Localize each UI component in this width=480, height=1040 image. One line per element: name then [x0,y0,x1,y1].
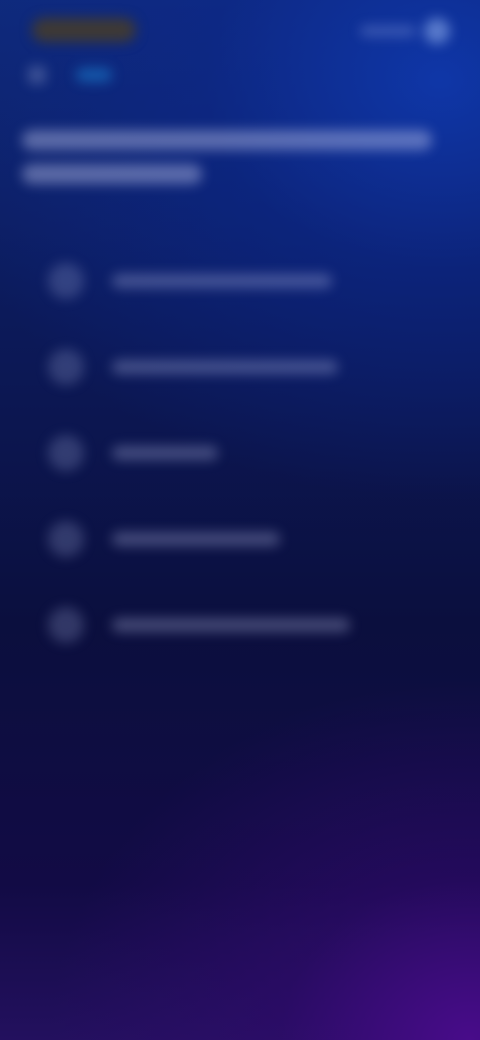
page-title [22,124,438,196]
option-icon [48,349,84,385]
option-icon [48,263,84,299]
option-item[interactable] [48,496,428,582]
subnav [28,66,112,84]
brand-logo[interactable] [32,18,136,42]
avatar[interactable] [424,18,450,44]
option-list [48,238,428,668]
option-label [112,618,350,632]
top-menu-button[interactable] [360,26,416,36]
option-label [112,446,218,460]
option-item[interactable] [48,238,428,324]
option-item[interactable] [48,324,428,410]
option-label [112,360,338,374]
top-actions [350,18,450,44]
option-label [112,274,332,288]
option-item[interactable] [48,410,428,496]
blurred-screen [0,0,480,1040]
option-icon [48,435,84,471]
option-icon [48,521,84,557]
subnav-tab[interactable] [76,68,112,82]
back-arrow-icon[interactable] [28,66,46,84]
title-line-placeholder [22,164,202,184]
option-icon [48,607,84,643]
top-bar [0,0,480,60]
option-item[interactable] [48,582,428,668]
option-label [112,532,280,546]
title-line-placeholder [22,130,432,150]
